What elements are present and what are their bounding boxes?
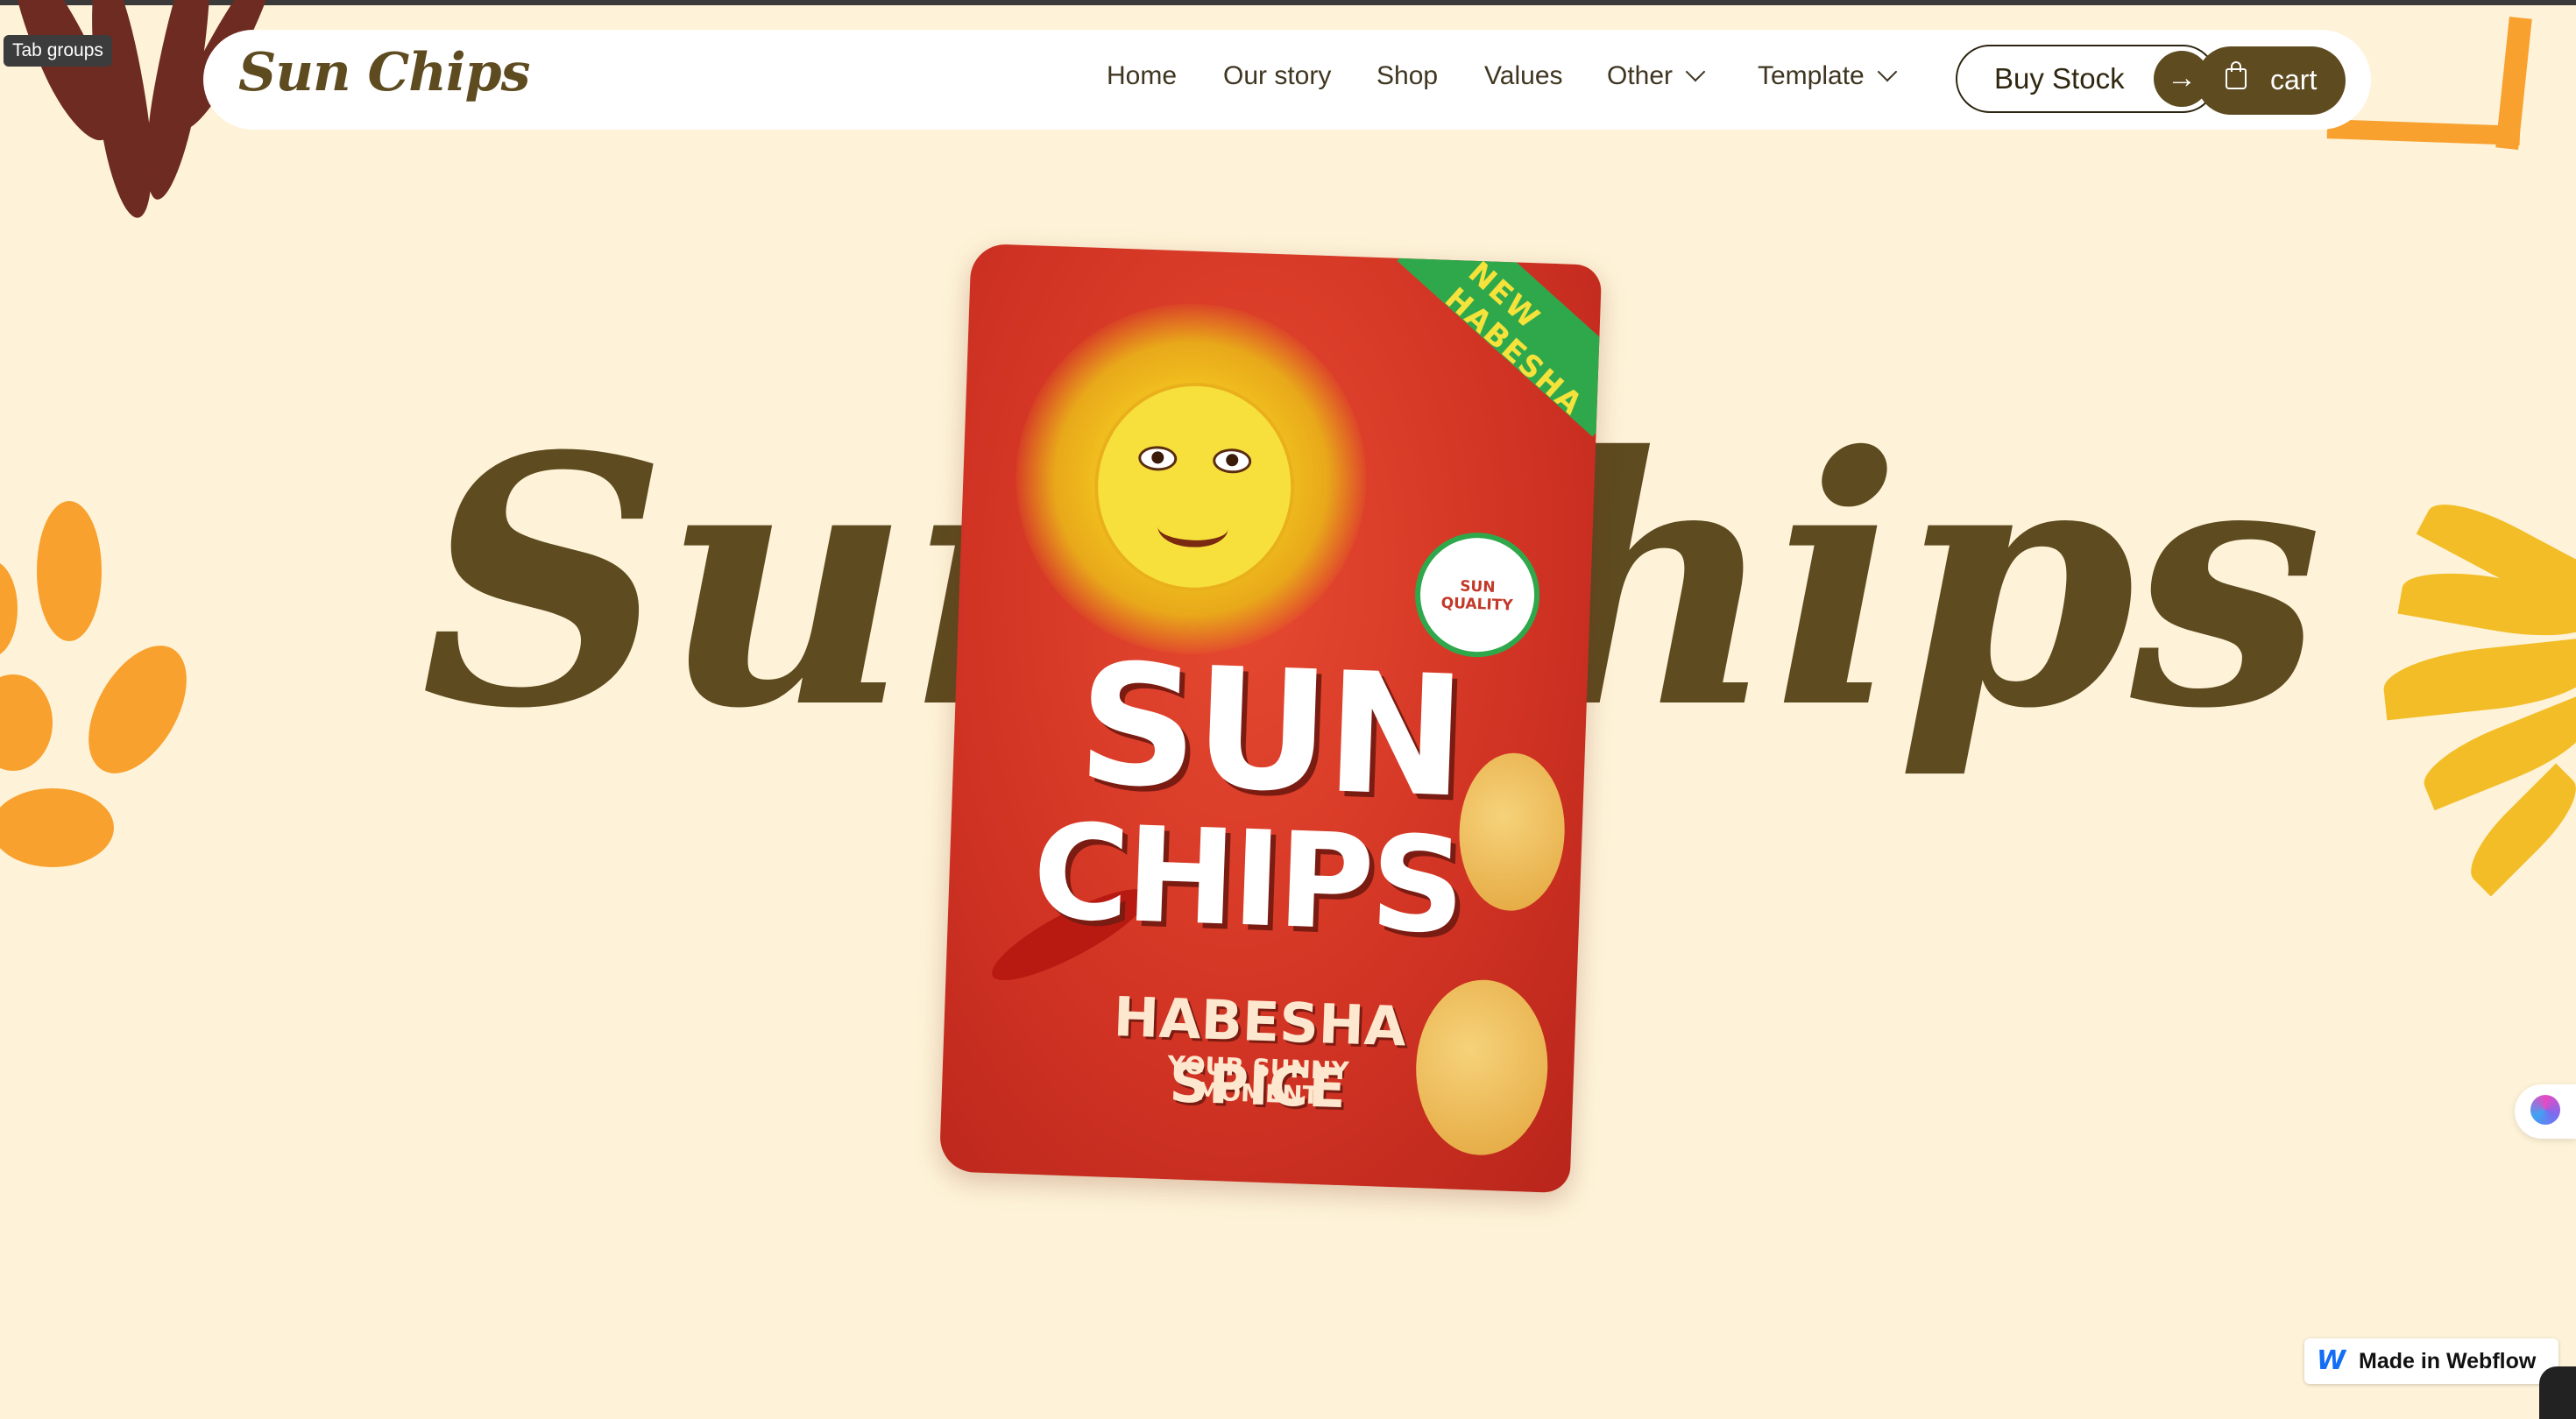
cart-button[interactable]: cart: [2197, 46, 2346, 115]
brain-icon: [2530, 1095, 2560, 1125]
product-image-chip-bag: NEW HABESHA SUN QUALITY SUN CHIPS HABESH…: [938, 243, 1603, 1194]
nav-link-home[interactable]: Home: [1107, 61, 1177, 91]
buy-stock-label: Buy Stock: [1994, 62, 2125, 95]
nav-link-shop-label: Shop: [1376, 61, 1439, 90]
bag-brand-chips: CHIPS: [1030, 795, 1465, 964]
nav-link-our-story[interactable]: Our story: [1223, 61, 1331, 91]
cart-label: cart: [2270, 64, 2318, 95]
nav-link-shop[interactable]: Shop: [1376, 61, 1438, 91]
nav-link-values[interactable]: Values: [1484, 61, 1563, 91]
corner-overlay: [2539, 1366, 2576, 1419]
chip-bag: NEW HABESHA SUN QUALITY SUN CHIPS HABESH…: [938, 243, 1603, 1194]
new-flavor-ribbon: NEW HABESHA: [1397, 243, 1603, 437]
nav-dropdown-other[interactable]: Other: [1607, 61, 1706, 91]
quality-seal-text: SUN QUALITY: [1440, 577, 1513, 615]
nav-link-our-story-label: Our story: [1223, 61, 1332, 90]
bag-tagline: YOUR SUNNY MOMENT: [1117, 1050, 1399, 1112]
made-in-webflow-badge[interactable]: W Made in Webflow: [2304, 1338, 2558, 1384]
shopping-bag-icon: [2226, 61, 2247, 89]
tab-groups-tooltip: Tab groups: [4, 35, 112, 67]
ai-assistant-widget[interactable]: [2515, 1084, 2576, 1139]
nav-link-values-label: Values: [1484, 61, 1563, 90]
webflow-logo-icon: W: [2317, 1345, 2346, 1376]
nav-dropdown-other-label: Other: [1607, 61, 1674, 90]
site-logo[interactable]: Sun Chips: [238, 42, 530, 103]
nav-dropdown-template[interactable]: Template: [1758, 61, 1898, 91]
nav-link-home-label: Home: [1107, 61, 1178, 90]
nav-dropdown-template-label: Template: [1758, 61, 1865, 90]
navbar: Sun Chips Home Our story Shop Values Oth…: [203, 30, 2371, 130]
ribbon-text: NEW HABESHA: [1438, 255, 1590, 423]
browser-top-edge: [0, 0, 2576, 5]
buy-stock-button[interactable]: Buy Stock →: [1956, 45, 2217, 113]
chevron-down-icon: [1877, 61, 1898, 82]
bag-brand-sun: SUN: [1074, 627, 1466, 835]
chevron-down-icon: [1685, 61, 1706, 82]
webflow-badge-label: Made in Webflow: [2359, 1349, 2537, 1373]
